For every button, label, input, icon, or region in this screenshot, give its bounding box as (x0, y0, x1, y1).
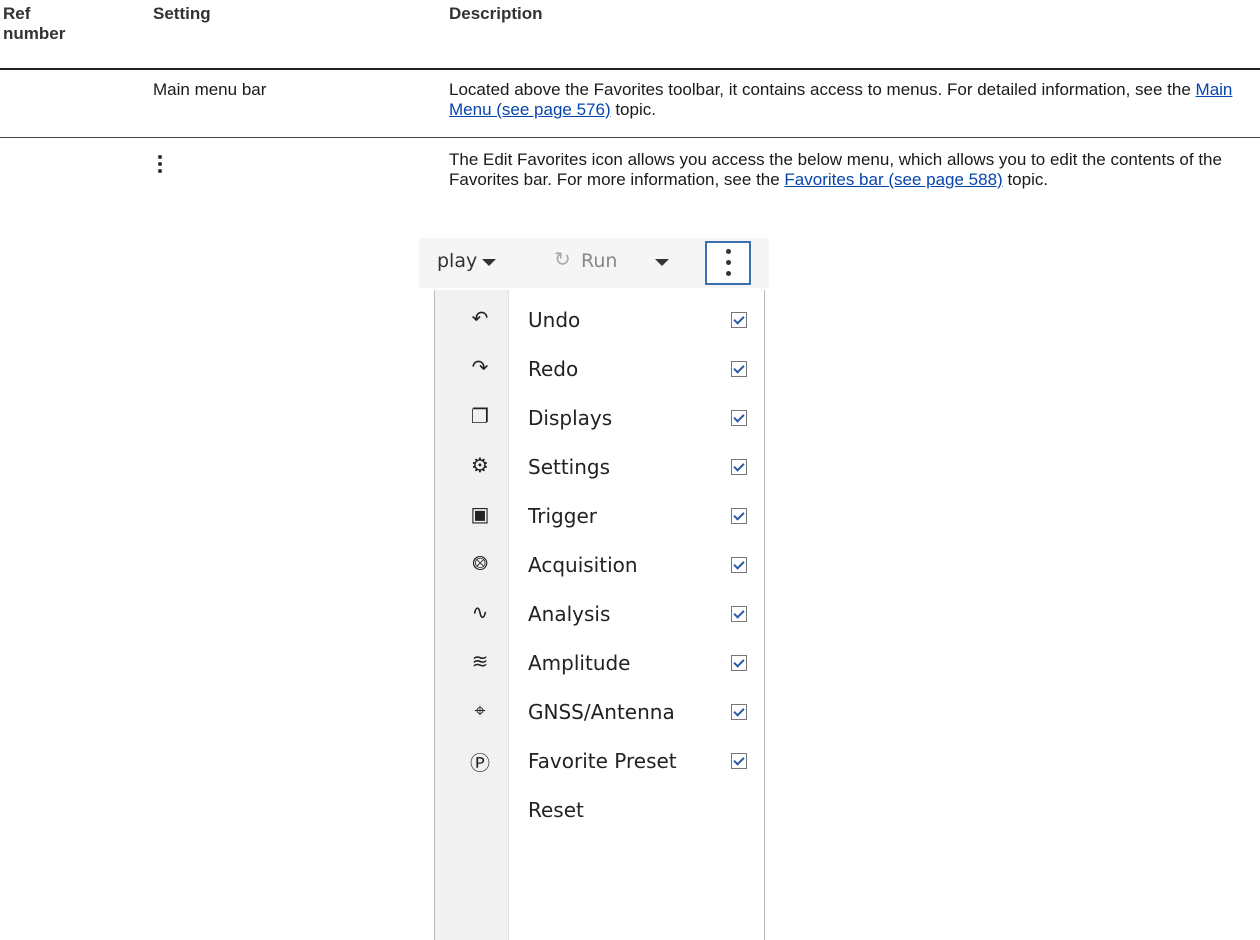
analysis-icon: ∿ (471, 600, 489, 624)
row-divider (0, 137, 1260, 138)
menu-item-undo[interactable]: ↶ Undo (435, 298, 766, 344)
edit-favorites-button[interactable] (705, 241, 751, 285)
run-menu[interactable]: Run (581, 250, 617, 272)
menu-item-analysis[interactable]: ∿ Analysis (435, 592, 766, 638)
menu-item-acquisition[interactable]: ⨷ Acquisition (435, 543, 766, 589)
header-description: Description (449, 4, 543, 23)
menu-item-checkbox[interactable] (731, 459, 747, 475)
displays-icon: ❐ (471, 404, 489, 428)
menu-item-label: Settings (528, 455, 611, 479)
row1-desc-text: Located above the Favorites toolbar, it … (449, 80, 1196, 99)
antenna-icon: ⌖ (474, 698, 486, 722)
menu-item-checkbox[interactable] (731, 508, 747, 524)
row2-desc-end: topic. (1002, 170, 1049, 189)
menu-item-label: Acquisition (528, 553, 638, 577)
menu-item-checkbox[interactable] (731, 753, 747, 769)
row1-description: Located above the Favorites toolbar, it … (449, 80, 1239, 120)
menu-item-checkbox[interactable] (731, 704, 747, 720)
favorites-toolbar: play ↻ Run (419, 238, 769, 288)
header-rule (0, 68, 1260, 70)
header-ref-number: Ref number (3, 4, 66, 43)
preset-icon: Ⓟ (470, 751, 490, 775)
menu-item-checkbox[interactable] (731, 557, 747, 573)
menu-item-checkbox[interactable] (731, 410, 747, 426)
display-menu-partial[interactable]: play (437, 250, 477, 272)
menu-item-settings[interactable]: ⚙ Settings (435, 445, 766, 491)
acquisition-icon: ⨷ (472, 551, 488, 575)
menu-item-checkbox[interactable] (731, 361, 747, 377)
menu-item-redo[interactable]: ↷ Redo (435, 347, 766, 393)
vertical-ellipsis-icon (153, 152, 169, 180)
menu-item-label: Analysis (528, 602, 611, 626)
menu-item-label: Redo (528, 357, 579, 381)
caret-down-icon (655, 259, 669, 266)
menu-item-checkbox[interactable] (731, 606, 747, 622)
menu-item-label: GNSS/Antenna (528, 700, 675, 724)
menu-item-label: Displays (528, 406, 613, 430)
row2-description: The Edit Favorites icon allows you acces… (449, 150, 1239, 190)
menu-item-reset[interactable]: Reset (435, 788, 766, 834)
trigger-icon: ▣ (470, 502, 490, 526)
menu-item-favorite-preset[interactable]: Ⓟ Favorite Preset (435, 739, 766, 785)
menu-item-label: Reset (528, 798, 584, 822)
edit-favorites-menu: ↶ Undo ↷ Redo ❐ Displays ⚙ Settings ▣ Tr… (434, 290, 765, 940)
caret-down-icon (482, 259, 496, 266)
amplitude-icon: ≋ (471, 649, 489, 673)
row1-setting: Main menu bar (153, 80, 267, 99)
menu-item-label: Amplitude (528, 651, 631, 675)
row1-desc-end: topic. (610, 100, 656, 119)
edit-favorites-screenshot: play ↻ Run ↶ Undo ↷ Redo ❐ Displays ⚙ Se… (419, 238, 769, 940)
menu-item-label: Trigger (528, 504, 597, 528)
menu-item-label: Undo (528, 308, 581, 332)
refresh-icon: ↻ (554, 247, 571, 271)
header-setting: Setting (153, 4, 211, 23)
favorites-bar-link[interactable]: Favorites bar (see page 588) (784, 170, 1002, 189)
menu-item-label: Favorite Preset (528, 749, 677, 773)
menu-item-amplitude[interactable]: ≋ Amplitude (435, 641, 766, 687)
menu-item-checkbox[interactable] (731, 312, 747, 328)
undo-icon: ↶ (471, 306, 489, 330)
menu-item-displays[interactable]: ❐ Displays (435, 396, 766, 442)
menu-item-trigger[interactable]: ▣ Trigger (435, 494, 766, 540)
menu-item-checkbox[interactable] (731, 655, 747, 671)
redo-icon: ↷ (471, 355, 489, 379)
menu-item-gnss-antenna[interactable]: ⌖ GNSS/Antenna (435, 690, 766, 736)
gear-icon: ⚙ (471, 453, 489, 477)
